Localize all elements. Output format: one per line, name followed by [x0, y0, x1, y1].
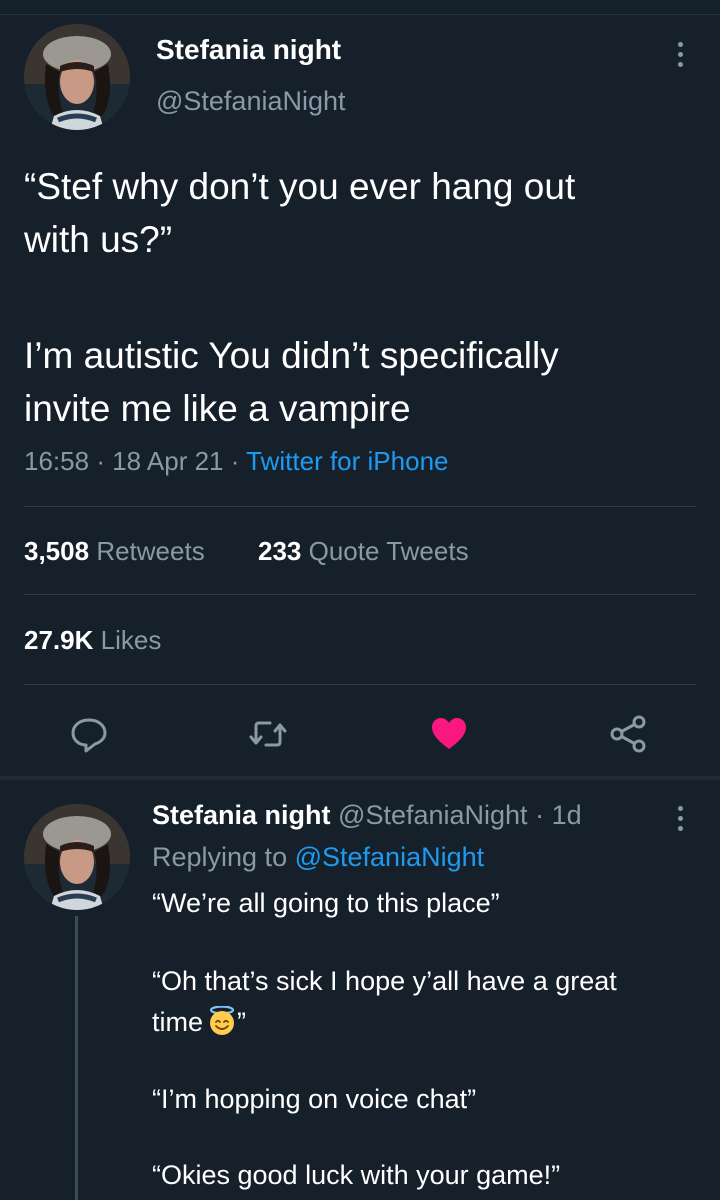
- retweet-icon[interactable]: [246, 712, 290, 756]
- tweet-text-line: I’m autistic You didn’t specifically: [24, 335, 559, 376]
- divider: [24, 506, 696, 507]
- tweet-source-link[interactable]: Twitter for iPhone: [246, 446, 448, 476]
- reply-text: time: [152, 1007, 204, 1037]
- reply-avatar[interactable]: [24, 804, 130, 910]
- reply-age: 1d: [551, 800, 582, 830]
- likes-count: 27.9K: [24, 625, 94, 655]
- smiling-face-with-halo-icon: [207, 1005, 237, 1036]
- reply-text-line: “I’m hopping on voice chat”: [152, 1084, 477, 1114]
- thread-line: [75, 916, 78, 1200]
- likes-label: Likes: [100, 625, 162, 655]
- reply-author-name[interactable]: Stefania night: [152, 800, 331, 830]
- reply-text-line: “Okies good luck with your game!”: [152, 1160, 561, 1190]
- top-divider: [0, 14, 720, 15]
- author-handle[interactable]: @StefaniaNight: [156, 86, 346, 117]
- section-separator: [0, 776, 720, 780]
- quotes-count: 233: [258, 536, 302, 566]
- tweet-time: 16:58: [24, 446, 90, 476]
- replying-to: Replying to @StefaniaNight: [152, 842, 484, 873]
- replying-label: Replying to: [152, 842, 288, 872]
- likes-stat[interactable]: 27.9K Likes: [24, 625, 161, 656]
- reply-text-line: “Oh that’s sick I hope y’all have a grea…: [152, 966, 617, 996]
- reply-text-line-with-emoji: time ”: [152, 1005, 247, 1038]
- share-icon[interactable]: [606, 712, 650, 756]
- reply-icon[interactable]: [67, 712, 111, 756]
- reply-header: Stefania night @StefaniaNight · 1d: [152, 800, 582, 831]
- reply-text: ”: [237, 1007, 247, 1037]
- reply-author-handle[interactable]: @StefaniaNight: [338, 800, 528, 830]
- tweet-text-line: “Stef why don’t you ever hang out: [24, 166, 576, 207]
- quotes-label: Quote Tweets: [308, 536, 469, 566]
- meta-dot: ·: [96, 446, 113, 476]
- meta-dot: ·: [535, 800, 552, 830]
- retweets-stat[interactable]: 3,508 Retweets: [24, 536, 205, 567]
- replying-handle-link[interactable]: @StefaniaNight: [295, 842, 485, 872]
- tweet-text-line: invite me like a vampire: [24, 388, 411, 429]
- heart-icon[interactable]: [427, 712, 471, 756]
- meta-dot: ·: [230, 446, 247, 476]
- avatar[interactable]: [24, 24, 130, 130]
- more-options-icon[interactable]: [670, 34, 690, 74]
- divider: [24, 684, 696, 685]
- divider: [24, 594, 696, 595]
- retweets-count: 3,508: [24, 536, 90, 566]
- quote-tweets-stat[interactable]: 233 Quote Tweets: [258, 536, 469, 567]
- tweet-meta: 16:58 · 18 Apr 21 · Twitter for iPhone: [24, 446, 448, 477]
- tweet-text-line: with us?”: [24, 219, 173, 260]
- author-name[interactable]: Stefania night: [156, 34, 341, 66]
- reply-text-line: “We’re all going to this place”: [152, 888, 500, 918]
- reply-more-options-icon[interactable]: [670, 798, 690, 838]
- tweet-date: 18 Apr 21: [112, 446, 224, 476]
- retweets-label: Retweets: [96, 536, 205, 566]
